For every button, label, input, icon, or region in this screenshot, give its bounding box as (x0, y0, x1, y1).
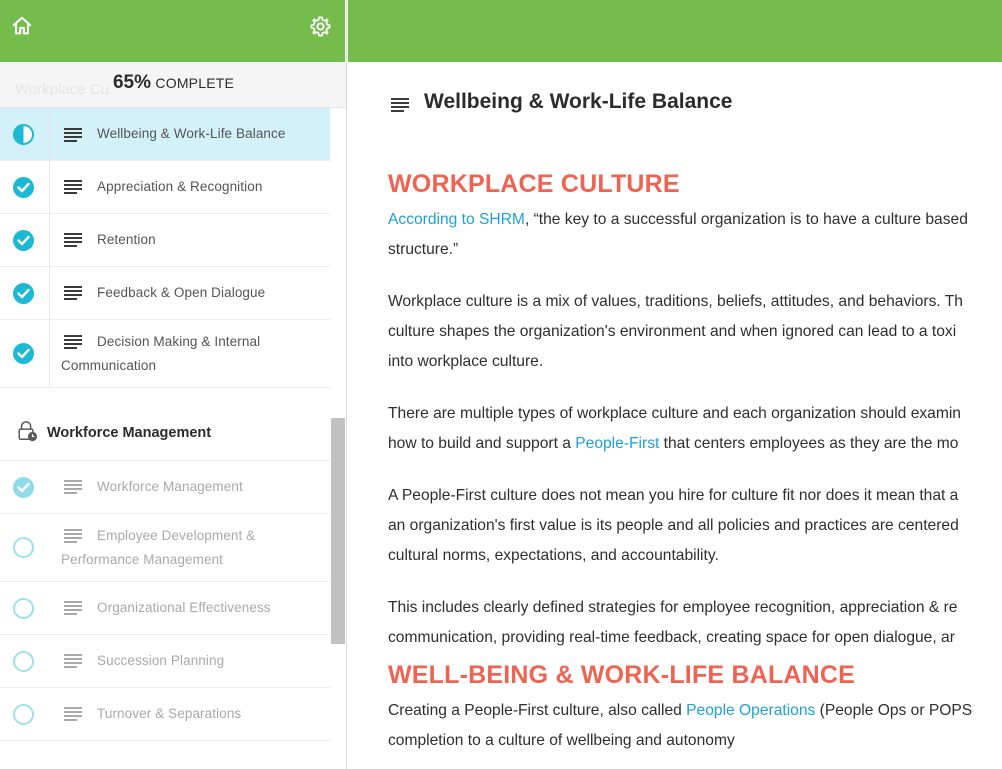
sidebar-header (0, 0, 346, 62)
divider (49, 108, 50, 160)
course-sidebar: Workplace Cu 65% COMPLETE Wellbeing & Wo… (0, 0, 347, 769)
gear-icon[interactable] (309, 15, 332, 38)
paragraph-text: cultural norms, expectations, and accoun… (388, 547, 719, 564)
divider (49, 161, 50, 213)
paragraph: According to SHRM, “the key to a success… (388, 205, 1002, 265)
top-bar (348, 0, 1002, 62)
lesson-item[interactable]: Employee Development & Performance Manag… (0, 514, 330, 582)
course-progress: Workplace Cu 65% COMPLETE (0, 62, 346, 108)
people-first-link[interactable]: People-First (575, 435, 659, 452)
paragraph-text: Creating a People-First culture, also ca… (388, 702, 687, 719)
paragraph-text: into workplace culture. (388, 353, 544, 370)
text-lesson-icon (64, 233, 82, 247)
paragraph-text: how to build and support a (388, 435, 576, 452)
paragraph: A People-First culture does not mean you… (388, 481, 1002, 571)
section-heading: WORKPLACE CULTURE (388, 170, 680, 198)
lesson-content: Wellbeing & Work-Life Balance WORKPLACE … (348, 62, 1002, 769)
not-started-status-icon (13, 651, 34, 672)
paragraph-text: A People-First culture does not mean you… (388, 487, 959, 504)
in-progress-status-icon (13, 124, 34, 145)
lesson-item[interactable]: Feedback & Open Dialogue (0, 267, 330, 320)
text-lesson-icon (64, 286, 82, 300)
paragraph-text: completion to a culture of wellbeing and… (388, 732, 735, 749)
complete-check-icon (13, 230, 34, 251)
lesson-label: Appreciation & Recognition (97, 179, 263, 194)
not-started-status-icon (13, 704, 34, 725)
paragraph-text: This includes clearly defined strategies… (388, 599, 958, 616)
complete-check-icon (13, 177, 34, 198)
paragraph-text: There are multiple types of workplace cu… (388, 405, 961, 422)
paragraph: This includes clearly defined strategies… (388, 593, 1002, 653)
lesson-label: Workforce Management (97, 479, 243, 494)
progress-label: COMPLETE (155, 75, 235, 91)
paragraph-text: communication, providing real-time feedb… (388, 629, 955, 646)
lesson-item[interactable]: Retention (0, 214, 330, 267)
progress-text: 65% COMPLETE (0, 72, 346, 94)
lesson-label: Wellbeing & Work-Life Balance (97, 126, 286, 141)
complete-check-icon (13, 283, 34, 304)
progress-percent: 65% (112, 72, 151, 93)
lesson-item[interactable]: Appreciation & Recognition (0, 161, 330, 214)
paragraph: There are multiple types of workplace cu… (388, 399, 1002, 459)
home-icon[interactable] (11, 15, 33, 37)
paragraph-text: Workplace culture is a mix of values, tr… (388, 293, 963, 310)
text-lesson-icon (64, 480, 82, 494)
lesson-list: Wellbeing & Work-Life Balance Appreciati… (0, 108, 330, 741)
text-lesson-icon (64, 180, 82, 194)
paragraph-text: an organization's first value is its peo… (388, 517, 959, 534)
text-lesson-icon (64, 128, 82, 142)
complete-check-icon (13, 343, 34, 364)
paragraph: Workplace culture is a mix of values, tr… (388, 287, 1002, 377)
complete-check-icon (13, 477, 34, 498)
lesson-item[interactable]: Wellbeing & Work-Life Balance (0, 108, 330, 161)
not-started-status-icon (13, 598, 34, 619)
divider (49, 214, 50, 266)
lesson-label: Turnover & Separations (97, 706, 242, 721)
lesson-label: Organizational Effectiveness (97, 600, 271, 615)
lesson-label: Retention (97, 232, 156, 247)
lesson-label: Feedback & Open Dialogue (97, 285, 266, 300)
sidebar-scrollbar-thumb[interactable] (331, 418, 345, 644)
section-heading: WELL-BEING & WORK-LIFE BALANCE (388, 661, 856, 689)
lesson-item[interactable]: Succession Planning (0, 635, 330, 688)
text-lesson-icon (64, 601, 82, 615)
text-lesson-icon (64, 654, 82, 668)
paragraph-text: , “the key to a successful organization … (524, 211, 968, 228)
lock-clock-icon (18, 421, 38, 442)
text-lesson-icon (64, 707, 82, 721)
lesson-label: Employee Development & Performance Manag… (61, 528, 256, 567)
lesson-label: Decision Making & Internal Communication (61, 334, 261, 373)
lesson-item[interactable]: Turnover & Separations (0, 688, 330, 741)
paragraph-text: (People Ops or POPS (815, 702, 973, 719)
shrm-link[interactable]: According to SHRM (388, 211, 525, 228)
lesson-item[interactable]: Workforce Management (0, 461, 330, 514)
divider (49, 267, 50, 319)
paragraph-text: that centers employees as they are the m… (659, 435, 959, 452)
text-lesson-icon (391, 98, 409, 112)
section-title: Workforce Management (47, 425, 212, 441)
section-header[interactable]: Workforce Management (0, 388, 330, 461)
divider (49, 320, 50, 387)
paragraph-text: structure.” (388, 241, 459, 258)
lesson-body: WORKPLACE CULTURE According to SHRM, “th… (388, 170, 1002, 756)
people-operations-link[interactable]: People Operations (686, 702, 815, 719)
page-title: Wellbeing & Work-Life Balance (424, 90, 733, 113)
paragraph-text: culture shapes the organization's enviro… (388, 323, 957, 340)
app: Workplace Cu 65% COMPLETE Wellbeing & Wo… (0, 0, 1002, 769)
not-started-status-icon (13, 537, 34, 558)
lesson-item[interactable]: Decision Making & Internal Communication (0, 320, 330, 388)
lesson-item[interactable]: Organizational Effectiveness (0, 582, 330, 635)
lesson-label: Succession Planning (97, 653, 225, 668)
paragraph: Creating a People-First culture, also ca… (388, 696, 1002, 756)
